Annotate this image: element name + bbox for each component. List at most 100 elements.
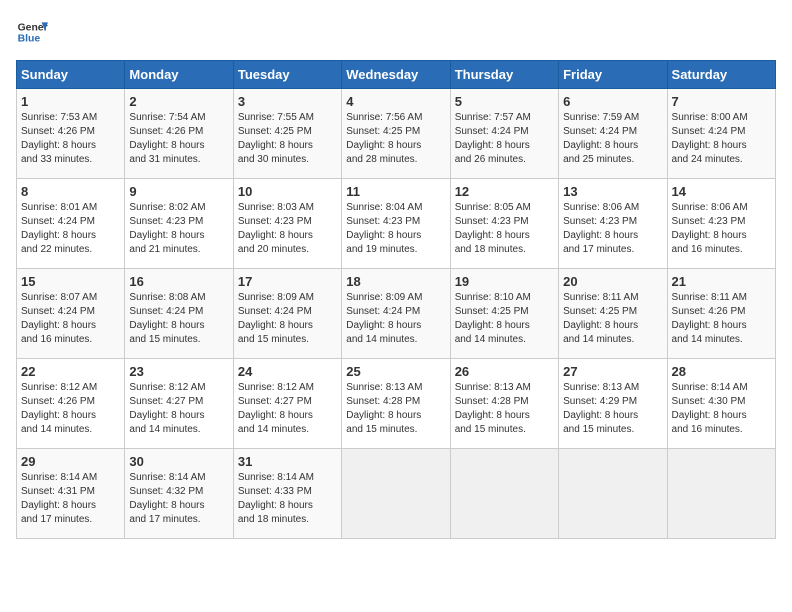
day-info: Sunrise: 8:11 AM Sunset: 4:26 PM Dayligh… xyxy=(672,291,771,347)
calendar-cell: 6 Sunrise: 7:59 AM Sunset: 4:24 PM Daylig… xyxy=(559,89,667,179)
calendar-cell: 14Sunrise: 8:06 AM Sunset: 4:23 PM Dayli… xyxy=(667,179,775,269)
day-info: Sunrise: 8:14 AM Sunset: 4:30 PM Dayligh… xyxy=(672,381,771,437)
day-info: Sunrise: 8:14 AM Sunset: 4:31 PM Dayligh… xyxy=(21,471,120,527)
day-number: 22 xyxy=(21,364,120,379)
calendar-cell: 10 Sunrise: 8:03 AM Sunset: 4:23 PM Dayli… xyxy=(233,179,341,269)
day-number: 5 xyxy=(455,94,554,109)
calendar-cell xyxy=(559,449,667,539)
weekday-header-monday: Monday xyxy=(125,61,233,89)
day-number: 30 xyxy=(129,454,228,469)
day-number: 17 xyxy=(238,274,337,289)
svg-text:Blue: Blue xyxy=(18,34,41,45)
day-info: Sunrise: 8:14 AM Sunset: 4:33 PM Dayligh… xyxy=(238,471,337,527)
calendar-cell: 15Sunrise: 8:07 AM Sunset: 4:24 PM Dayli… xyxy=(17,269,125,359)
day-number: 4 xyxy=(346,94,445,109)
calendar-cell: 5 Sunrise: 7:57 AM Sunset: 4:24 PM Daylig… xyxy=(450,89,558,179)
calendar-cell: 25 Sunrise: 8:13 AM Sunset: 4:28 PM Dayli… xyxy=(342,359,450,449)
day-number: 29 xyxy=(21,454,120,469)
calendar-cell: 4 Sunrise: 7:56 AM Sunset: 4:25 PM Daylig… xyxy=(342,89,450,179)
day-info: Sunrise: 8:09 AM Sunset: 4:24 PM Dayligh… xyxy=(238,291,337,347)
calendar-cell: 1 Sunrise: 7:53 AM Sunset: 4:26 PM Daylig… xyxy=(17,89,125,179)
calendar-cell: 30 Sunrise: 8:14 AM Sunset: 4:32 PM Dayli… xyxy=(125,449,233,539)
day-info: Sunrise: 8:03 AM Sunset: 4:23 PM Dayligh… xyxy=(238,201,337,257)
calendar-cell: 20 Sunrise: 8:11 AM Sunset: 4:25 PM Dayli… xyxy=(559,269,667,359)
day-info: Sunrise: 8:12 AM Sunset: 4:27 PM Dayligh… xyxy=(238,381,337,437)
day-info: Sunrise: 7:55 AM Sunset: 4:25 PM Dayligh… xyxy=(238,111,337,167)
calendar-cell: 27 Sunrise: 8:13 AM Sunset: 4:29 PM Dayli… xyxy=(559,359,667,449)
weekday-header-thursday: Thursday xyxy=(450,61,558,89)
calendar-cell: 9 Sunrise: 8:02 AM Sunset: 4:23 PM Daylig… xyxy=(125,179,233,269)
day-number: 19 xyxy=(455,274,554,289)
day-number: 28 xyxy=(672,364,771,379)
logo: General Blue xyxy=(16,16,48,48)
calendar-cell: 12 Sunrise: 8:05 AM Sunset: 4:23 PM Dayli… xyxy=(450,179,558,269)
day-info: Sunrise: 7:53 AM Sunset: 4:26 PM Dayligh… xyxy=(21,111,120,167)
logo-icon: General Blue xyxy=(16,16,48,48)
day-number: 14 xyxy=(672,184,771,199)
day-number: 25 xyxy=(346,364,445,379)
day-number: 7 xyxy=(672,94,771,109)
day-info: Sunrise: 8:00 AM Sunset: 4:24 PM Dayligh… xyxy=(672,111,771,167)
calendar-cell: 8 Sunrise: 8:01 AM Sunset: 4:24 PM Daylig… xyxy=(17,179,125,269)
day-info: Sunrise: 8:13 AM Sunset: 4:29 PM Dayligh… xyxy=(563,381,662,437)
calendar-cell: 19 Sunrise: 8:10 AM Sunset: 4:25 PM Dayli… xyxy=(450,269,558,359)
calendar-cell: 17 Sunrise: 8:09 AM Sunset: 4:24 PM Dayli… xyxy=(233,269,341,359)
day-info: Sunrise: 7:59 AM Sunset: 4:24 PM Dayligh… xyxy=(563,111,662,167)
day-number: 8 xyxy=(21,184,120,199)
day-number: 26 xyxy=(455,364,554,379)
day-info: Sunrise: 8:04 AM Sunset: 4:23 PM Dayligh… xyxy=(346,201,445,257)
day-number: 3 xyxy=(238,94,337,109)
calendar-cell: 21 Sunrise: 8:11 AM Sunset: 4:26 PM Dayli… xyxy=(667,269,775,359)
day-info: Sunrise: 8:09 AM Sunset: 4:24 PM Dayligh… xyxy=(346,291,445,347)
day-number: 31 xyxy=(238,454,337,469)
day-number: 1 xyxy=(21,94,120,109)
day-number: 23 xyxy=(129,364,228,379)
weekday-header-saturday: Saturday xyxy=(667,61,775,89)
day-number: 20 xyxy=(563,274,662,289)
calendar-cell: 26Sunrise: 8:13 AM Sunset: 4:28 PM Dayli… xyxy=(450,359,558,449)
calendar-cell: 24 Sunrise: 8:12 AM Sunset: 4:27 PM Dayli… xyxy=(233,359,341,449)
weekday-header-tuesday: Tuesday xyxy=(233,61,341,89)
day-number: 9 xyxy=(129,184,228,199)
day-info: Sunrise: 8:10 AM Sunset: 4:25 PM Dayligh… xyxy=(455,291,554,347)
calendar-cell: 13Sunrise: 8:06 AM Sunset: 4:23 PM Dayli… xyxy=(559,179,667,269)
day-number: 16 xyxy=(129,274,228,289)
day-info: Sunrise: 8:14 AM Sunset: 4:32 PM Dayligh… xyxy=(129,471,228,527)
day-info: Sunrise: 7:54 AM Sunset: 4:26 PM Dayligh… xyxy=(129,111,228,167)
calendar-cell: 3 Sunrise: 7:55 AM Sunset: 4:25 PM Daylig… xyxy=(233,89,341,179)
day-info: Sunrise: 8:05 AM Sunset: 4:23 PM Dayligh… xyxy=(455,201,554,257)
day-info: Sunrise: 8:13 AM Sunset: 4:28 PM Dayligh… xyxy=(346,381,445,437)
day-info: Sunrise: 8:11 AM Sunset: 4:25 PM Dayligh… xyxy=(563,291,662,347)
day-number: 6 xyxy=(563,94,662,109)
day-number: 18 xyxy=(346,274,445,289)
page-header: General Blue xyxy=(16,16,776,48)
calendar-cell: 29 Sunrise: 8:14 AM Sunset: 4:31 PM Dayli… xyxy=(17,449,125,539)
day-number: 10 xyxy=(238,184,337,199)
day-number: 11 xyxy=(346,184,445,199)
calendar-cell: 23 Sunrise: 8:12 AM Sunset: 4:27 PM Dayli… xyxy=(125,359,233,449)
calendar-cell: 16Sunrise: 8:08 AM Sunset: 4:24 PM Dayli… xyxy=(125,269,233,359)
calendar-cell: 22 Sunrise: 8:12 AM Sunset: 4:26 PM Dayli… xyxy=(17,359,125,449)
day-number: 21 xyxy=(672,274,771,289)
day-number: 27 xyxy=(563,364,662,379)
calendar-cell xyxy=(342,449,450,539)
day-number: 24 xyxy=(238,364,337,379)
day-info: Sunrise: 8:01 AM Sunset: 4:24 PM Dayligh… xyxy=(21,201,120,257)
weekday-header-friday: Friday xyxy=(559,61,667,89)
calendar-cell: 11 Sunrise: 8:04 AM Sunset: 4:23 PM Dayli… xyxy=(342,179,450,269)
calendar-cell: 31 Sunrise: 8:14 AM Sunset: 4:33 PM Dayli… xyxy=(233,449,341,539)
day-number: 15 xyxy=(21,274,120,289)
calendar-table: SundayMondayTuesdayWednesdayThursdayFrid… xyxy=(16,60,776,539)
weekday-header-wednesday: Wednesday xyxy=(342,61,450,89)
day-info: Sunrise: 7:57 AM Sunset: 4:24 PM Dayligh… xyxy=(455,111,554,167)
calendar-cell: 2Sunrise: 7:54 AM Sunset: 4:26 PM Daylig… xyxy=(125,89,233,179)
day-info: Sunrise: 7:56 AM Sunset: 4:25 PM Dayligh… xyxy=(346,111,445,167)
day-number: 13 xyxy=(563,184,662,199)
day-info: Sunrise: 8:12 AM Sunset: 4:26 PM Dayligh… xyxy=(21,381,120,437)
day-info: Sunrise: 8:12 AM Sunset: 4:27 PM Dayligh… xyxy=(129,381,228,437)
calendar-cell: 18 Sunrise: 8:09 AM Sunset: 4:24 PM Dayli… xyxy=(342,269,450,359)
weekday-header-sunday: Sunday xyxy=(17,61,125,89)
day-info: Sunrise: 8:02 AM Sunset: 4:23 PM Dayligh… xyxy=(129,201,228,257)
day-number: 12 xyxy=(455,184,554,199)
calendar-cell: 7 Sunrise: 8:00 AM Sunset: 4:24 PM Daylig… xyxy=(667,89,775,179)
